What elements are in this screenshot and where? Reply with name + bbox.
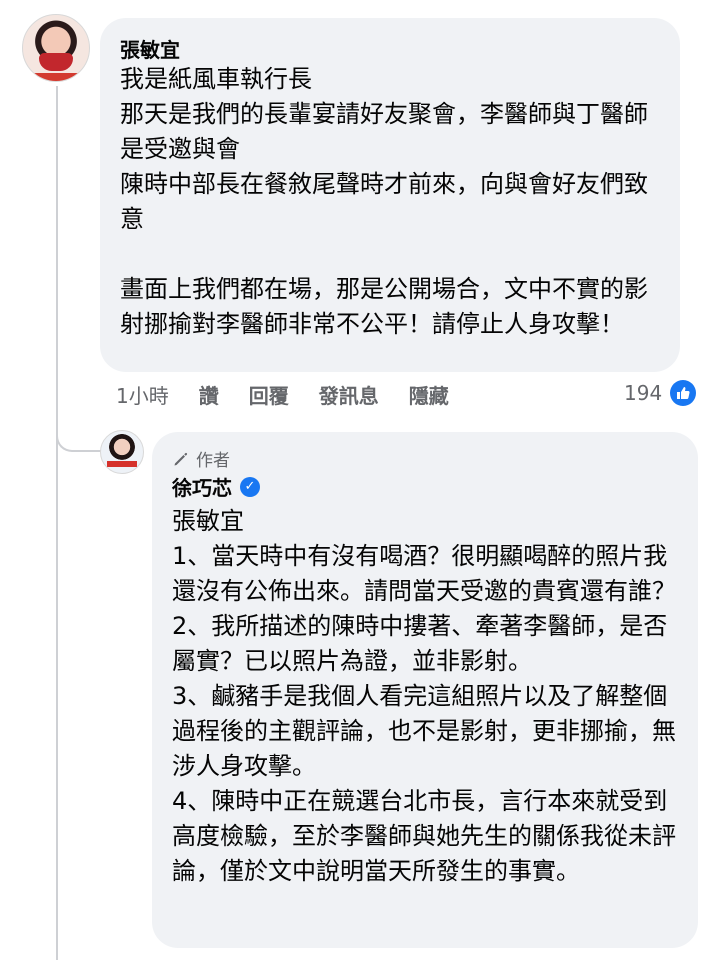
like-action[interactable]: 讚: [199, 380, 219, 409]
comment-bubble: 張敏宜 我是紙風車執行長 那天是我們的長輩宴請好友聚會，李醫師與丁醫師是受邀與會…: [100, 18, 680, 372]
comment-timestamp[interactable]: 1小時: [116, 380, 169, 409]
like-count: 194: [624, 381, 663, 405]
thread-connector: [56, 420, 102, 452]
reply-bubble: 作者 徐巧芯 ✓ 張敏宜 1、當天時中有沒有喝酒？很明顯喝醉的照片我還沒有公佈出…: [152, 432, 698, 948]
verified-check-icon: ✓: [240, 476, 260, 497]
pen-icon: [174, 452, 188, 465]
comment-actions: 1小時 讚 回覆 發訊息 隱藏: [116, 380, 479, 408]
hide-action[interactable]: 隱藏: [409, 380, 449, 409]
avatar-mask-graphic: [39, 53, 73, 71]
thread-line: [56, 86, 58, 960]
thumbs-up-icon: [670, 380, 697, 406]
commenter-avatar[interactable]: [22, 14, 90, 82]
comment-body: 我是紙風車執行長 那天是我們的長輩宴請好友聚會，李醫師與丁醫師是受邀與會 陳時中…: [120, 65, 648, 338]
author-badge-label: 作者: [196, 451, 230, 471]
comment-author-name[interactable]: 張敏宜: [120, 34, 180, 63]
avatar-label-graphic: [107, 461, 137, 467]
message-action[interactable]: 發訊息: [319, 380, 379, 409]
reply-author-name[interactable]: 徐巧芯: [172, 472, 232, 501]
reaction-summary[interactable]: 194: [624, 380, 697, 406]
reply-action[interactable]: 回覆: [249, 380, 289, 409]
reply-body: 張敏宜 1、當天時中有沒有喝酒？很明顯喝醉的照片我還沒有公佈出來。請問當天受邀的…: [172, 507, 676, 885]
avatar-label-graphic: [33, 73, 79, 81]
reply-author-avatar[interactable]: [100, 430, 144, 474]
author-badge: 作者: [172, 446, 230, 471]
reply-author-row: 徐巧芯 ✓: [172, 472, 260, 501]
